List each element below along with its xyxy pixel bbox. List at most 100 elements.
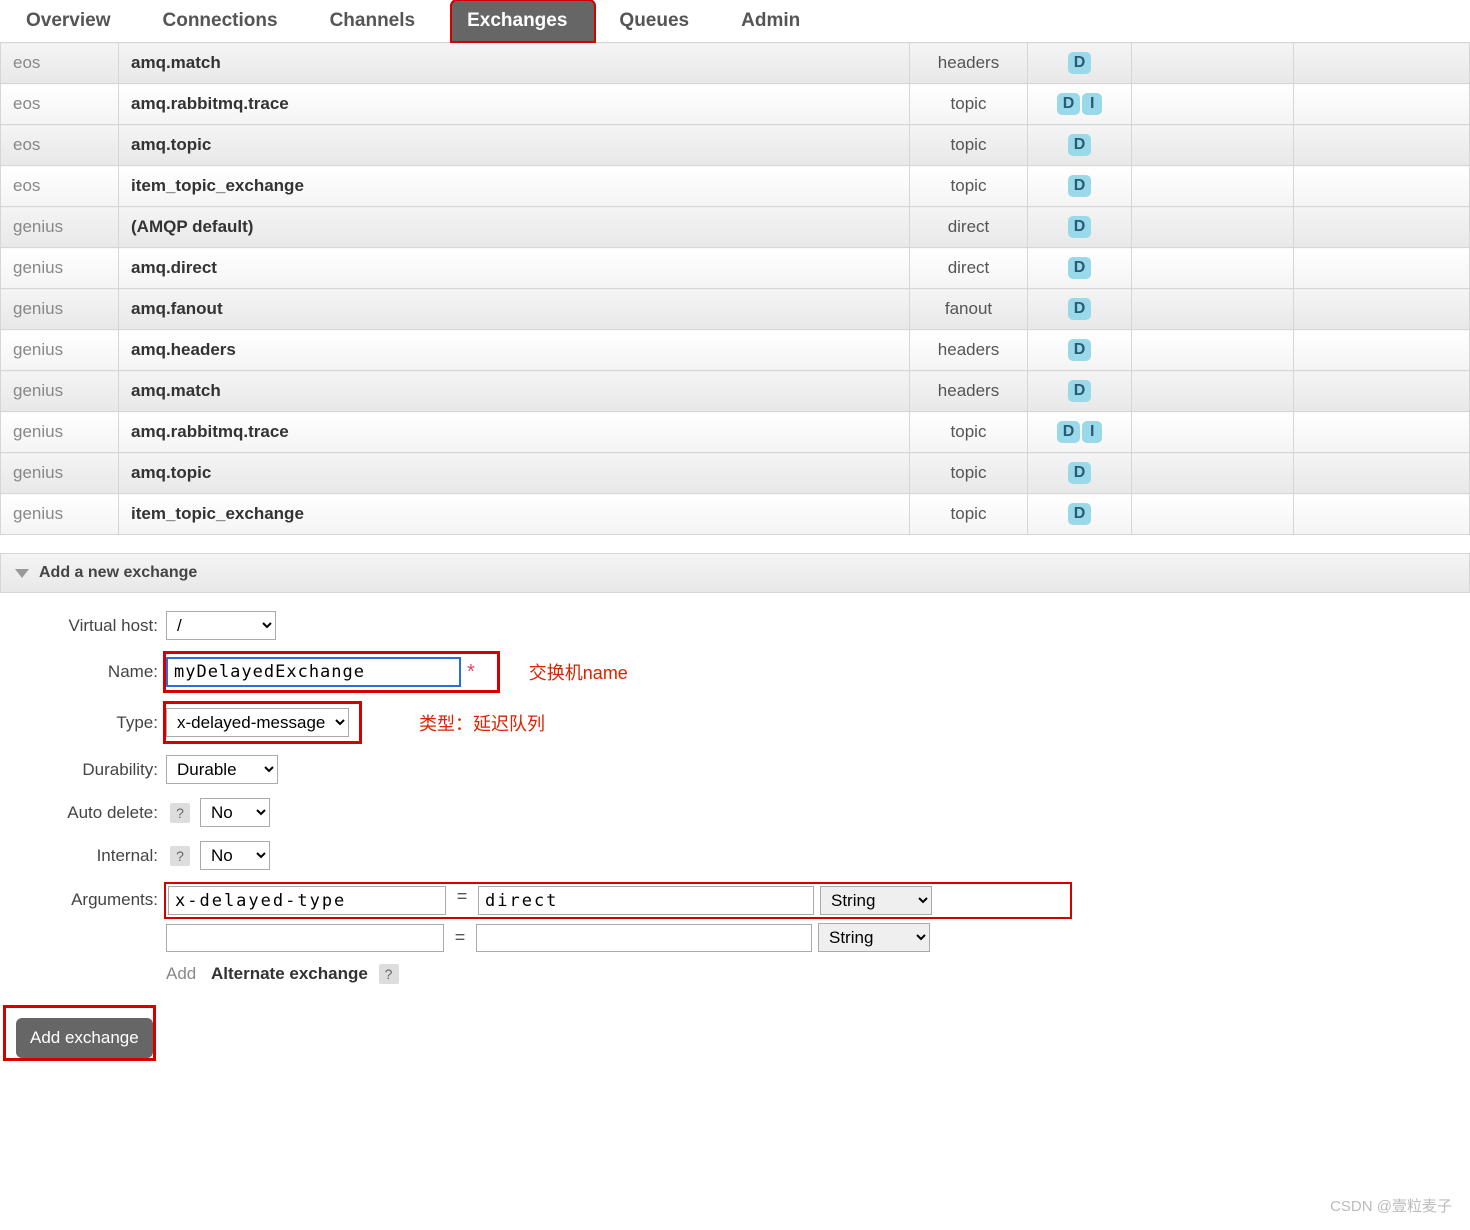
select-durability[interactable]: Durable <box>166 755 278 784</box>
row-internal: Internal: ? No <box>16 841 1454 870</box>
feature-badge: I <box>1082 421 1102 443</box>
table-row: eosamq.rabbitmq.tracetopicDI <box>1 84 1470 125</box>
add-hint: Add Alternate exchange ? <box>166 964 930 984</box>
select-internal[interactable]: No <box>200 841 270 870</box>
exchange-link[interactable]: amq.rabbitmq.trace <box>119 412 910 453</box>
cell-type: direct <box>910 207 1028 248</box>
exchange-link[interactable]: (AMQP default) <box>119 207 910 248</box>
feature-badge: D <box>1068 52 1092 74</box>
tab-queues[interactable]: Queues <box>603 0 717 42</box>
exchange-link[interactable]: amq.rabbitmq.trace <box>119 84 910 125</box>
cell-msgrate <box>1132 43 1294 84</box>
add-exchange-form: Virtual host: / Name: * 交换机name Type: x-… <box>0 593 1470 1008</box>
feature-badge: D <box>1068 134 1092 156</box>
table-row: geniusamq.matchheadersD <box>1 371 1470 412</box>
feature-badge: D <box>1068 380 1092 402</box>
cell-features: D <box>1028 371 1132 412</box>
feature-badge: D <box>1068 503 1092 525</box>
equals-sign: = <box>450 927 470 948</box>
feature-badge: I <box>1082 93 1102 115</box>
row-name: Name: * 交换机name <box>16 654 1454 690</box>
section-title: Add a new exchange <box>39 564 197 582</box>
cell-features: D <box>1028 248 1132 289</box>
arg-value-input[interactable] <box>478 886 814 915</box>
table-row: eositem_topic_exchangetopicD <box>1 166 1470 207</box>
arguments-grid: = String = String <box>166 884 930 952</box>
help-alternate[interactable]: ? <box>379 964 399 984</box>
cell-vhost: genius <box>1 371 119 412</box>
select-type[interactable]: x-delayed-message <box>166 708 349 737</box>
label-arguments: Arguments: <box>16 884 166 910</box>
table-row: geniusamq.rabbitmq.tracetopicDI <box>1 412 1470 453</box>
tab-overview[interactable]: Overview <box>10 0 139 42</box>
cell-vhost: eos <box>1 43 119 84</box>
arg-type-select[interactable]: String <box>818 923 930 952</box>
cell-msgrate <box>1132 412 1294 453</box>
cell-msgrate <box>1132 371 1294 412</box>
exchange-link[interactable]: amq.match <box>119 371 910 412</box>
exchange-link[interactable]: amq.fanout <box>119 289 910 330</box>
cell-plus <box>1294 166 1470 207</box>
arg-value-input[interactable] <box>476 924 812 952</box>
tab-admin[interactable]: Admin <box>725 0 828 42</box>
exchange-link[interactable]: item_topic_exchange <box>119 166 910 207</box>
cell-features: DI <box>1028 84 1132 125</box>
table-row: geniusamq.fanoutfanoutD <box>1 289 1470 330</box>
required-star: * <box>467 661 475 684</box>
exchange-link[interactable]: item_topic_exchange <box>119 494 910 535</box>
cell-features: D <box>1028 494 1132 535</box>
help-internal[interactable]: ? <box>170 846 190 866</box>
cell-features: D <box>1028 125 1132 166</box>
input-name[interactable] <box>166 657 461 687</box>
cell-plus <box>1294 494 1470 535</box>
annotation-name: 交换机name <box>529 659 628 685</box>
cell-features: D <box>1028 166 1132 207</box>
arg-type-select[interactable]: String <box>820 886 932 915</box>
help-autodelete[interactable]: ? <box>170 803 190 823</box>
exchange-link[interactable]: amq.topic <box>119 125 910 166</box>
select-autodelete[interactable]: No <box>200 798 270 827</box>
exchange-link[interactable]: amq.headers <box>119 330 910 371</box>
cell-features: D <box>1028 289 1132 330</box>
select-virtual-host[interactable]: / <box>166 611 276 640</box>
cell-vhost: genius <box>1 330 119 371</box>
exchange-link[interactable]: amq.topic <box>119 453 910 494</box>
cell-vhost: eos <box>1 84 119 125</box>
cell-vhost: genius <box>1 289 119 330</box>
table-row: genius(AMQP default)directD <box>1 207 1470 248</box>
cell-features: DI <box>1028 412 1132 453</box>
cell-msgrate <box>1132 330 1294 371</box>
cell-plus <box>1294 371 1470 412</box>
cell-vhost: genius <box>1 453 119 494</box>
exchange-link[interactable]: amq.direct <box>119 248 910 289</box>
exchange-link[interactable]: amq.match <box>119 43 910 84</box>
equals-sign: = <box>452 886 472 915</box>
cell-plus <box>1294 289 1470 330</box>
watermark: CSDN @壹粒麦子 <box>1330 1195 1452 1216</box>
cell-type: topic <box>910 494 1028 535</box>
exchanges-table: eosamq.matchheadersDeosamq.rabbitmq.trac… <box>0 42 1470 535</box>
cell-features: D <box>1028 43 1132 84</box>
cell-plus <box>1294 84 1470 125</box>
nav-tabs: OverviewConnectionsChannelsExchangesQueu… <box>0 0 1470 43</box>
tab-exchanges[interactable]: Exchanges <box>451 0 595 42</box>
row-type: Type: x-delayed-message 类型：延迟队列 <box>16 704 1454 741</box>
row-autodelete: Auto delete: ? No <box>16 798 1454 827</box>
section-add-exchange[interactable]: Add a new exchange <box>0 553 1470 593</box>
tab-connections[interactable]: Connections <box>147 0 306 42</box>
cell-msgrate <box>1132 494 1294 535</box>
cell-type: headers <box>910 43 1028 84</box>
cell-features: D <box>1028 453 1132 494</box>
alternate-exchange-link[interactable]: Alternate exchange <box>211 964 368 983</box>
add-exchange-button[interactable]: Add exchange <box>16 1018 153 1058</box>
tab-channels[interactable]: Channels <box>314 0 444 42</box>
feature-badge: D <box>1068 298 1092 320</box>
cell-type: headers <box>910 330 1028 371</box>
feature-badge: D <box>1068 175 1092 197</box>
arg-key-input[interactable] <box>166 924 444 952</box>
cell-type: topic <box>910 453 1028 494</box>
label-name: Name: <box>16 662 166 682</box>
arg-key-input[interactable] <box>168 886 446 915</box>
cell-vhost: genius <box>1 207 119 248</box>
add-text[interactable]: Add <box>166 964 196 983</box>
